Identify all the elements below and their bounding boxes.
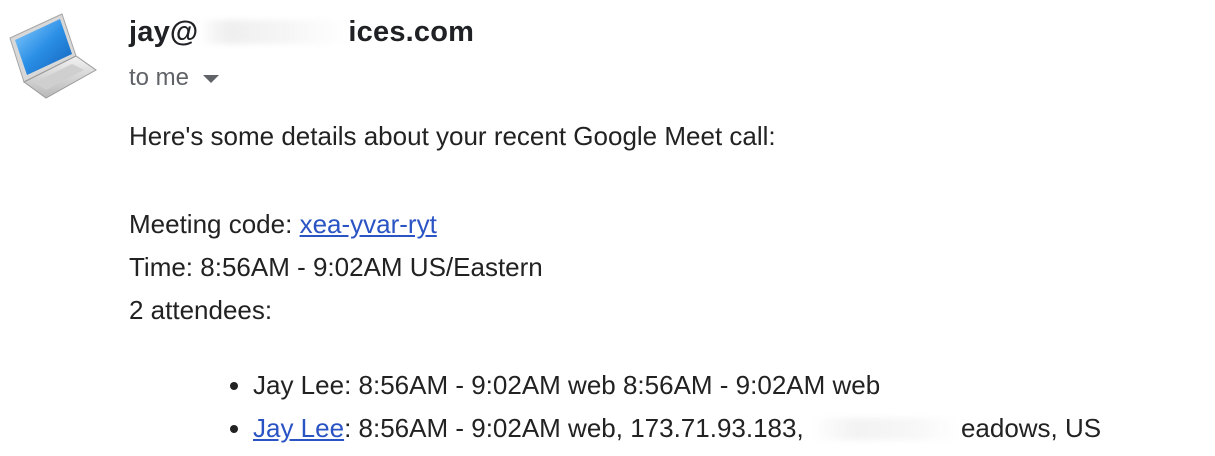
redacted-region bbox=[198, 20, 349, 44]
meeting-code-label: Meeting code: bbox=[129, 209, 300, 239]
attendee-list: Jay Lee: 8:56AM - 9:02AM web 8:56AM - 9:… bbox=[221, 364, 1101, 450]
list-item: Jay Lee: 8:56AM - 9:02AM web 8:56AM - 9:… bbox=[253, 364, 1101, 407]
attendee-details: : 8:56AM - 9:02AM web, 173.71.93.183, bbox=[344, 413, 811, 443]
sender-avatar bbox=[6, 12, 98, 100]
attendee-location-tail: eadows, US bbox=[960, 413, 1102, 443]
list-item: Jay Lee: 8:56AM - 9:02AM web, 173.71.93.… bbox=[253, 407, 1101, 450]
attendee-text: Jay Lee: 8:56AM - 9:02AM web 8:56AM - 9:… bbox=[253, 370, 881, 400]
meeting-code-link[interactable]: xea-yvar-ryt bbox=[300, 209, 437, 239]
meeting-time-line: Time: 8:56AM - 9:02AM US/Eastern bbox=[129, 252, 543, 282]
redacted-region bbox=[810, 418, 961, 440]
sender-address-suffix: ices.com bbox=[348, 16, 475, 48]
laptop-icon bbox=[9, 13, 97, 99]
sender-address-prefix: jay@ bbox=[129, 16, 199, 48]
sender-address: jay@ ices.com bbox=[129, 16, 474, 49]
meeting-code-line: Meeting code: xea-yvar-ryt bbox=[129, 209, 437, 240]
chevron-down-icon[interactable] bbox=[203, 75, 220, 83]
recipient-label: to me bbox=[129, 64, 190, 91]
email-intro: Here's some details about your recent Go… bbox=[129, 121, 776, 151]
attendee-name-link[interactable]: Jay Lee bbox=[253, 413, 344, 443]
recipient-details[interactable]: to me bbox=[129, 64, 220, 92]
attendees-count-line: 2 attendees: bbox=[129, 295, 273, 325]
